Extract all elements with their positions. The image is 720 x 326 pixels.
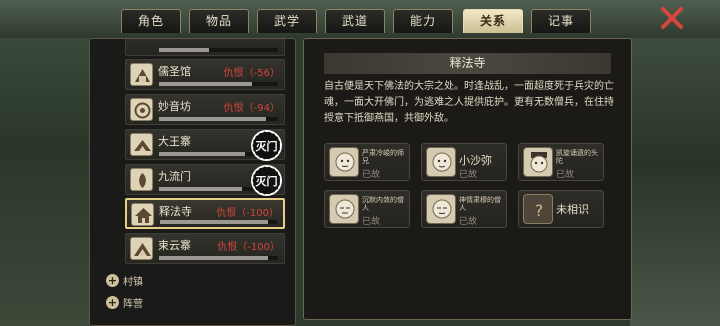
member-card[interactable]: 凯旋诵遗的头陀 已故 <box>518 143 604 181</box>
tab-journal[interactable]: 记事 <box>531 9 591 33</box>
relation-status: 仇恨（-100） <box>217 242 280 253</box>
member-name: 严肃冷峻的师兄 <box>362 149 404 165</box>
faction-emblem-icon <box>130 133 153 156</box>
member-card[interactable]: 严肃冷峻的师兄 已故 <box>324 143 410 181</box>
faction-item[interactable] <box>125 39 285 56</box>
destroyed-seal-icon: 灭门 <box>251 165 282 196</box>
background-left <box>0 0 90 326</box>
member-card-unknown[interactable]: ? 未相识 <box>518 190 604 228</box>
faction-title: 释法寺 <box>324 53 611 74</box>
relation-status: 仇恨（-94） <box>223 103 280 114</box>
seal-text: 灭门 <box>255 175 278 188</box>
faction-name: 儒圣馆 <box>158 65 191 78</box>
relation-bar <box>159 117 278 121</box>
member-state: 已故 <box>362 217 381 227</box>
faction-item-shuyunzhai[interactable]: 束云寨 仇恨（-100） <box>125 233 285 264</box>
member-name: 沉默内敛的僧人 <box>362 196 404 212</box>
faction-name: 妙音坊 <box>158 100 191 113</box>
relation-status: 仇恨（-56） <box>223 68 280 79</box>
faction-emblem-icon <box>130 98 153 121</box>
monk-avatar-icon <box>426 194 456 224</box>
relation-bar <box>159 82 278 86</box>
member-state: 已故 <box>362 170 381 180</box>
faction-item-dawangzhai[interactable]: 大王寨 灭门 <box>125 129 285 161</box>
member-name: 未相识 <box>556 203 589 216</box>
background-right <box>630 0 720 326</box>
tab-martial-arts[interactable]: 武学 <box>257 9 317 33</box>
member-card[interactable]: 沉默内敛的僧人 已故 <box>324 190 410 228</box>
expand-plus-icon: + <box>106 296 119 309</box>
category-label: 阵营 <box>123 299 143 310</box>
close-icon[interactable] <box>660 6 684 30</box>
relation-bar <box>160 220 277 224</box>
tab-martial-way[interactable]: 武道 <box>325 9 385 33</box>
monk-avatar-icon <box>329 147 359 177</box>
svg-text:?: ? <box>535 201 544 220</box>
category-label: 村镇 <box>123 277 143 288</box>
faction-detail-panel: 释法寺 自古便是天下佛法的大宗之处。时逢战乱，一面超度死于兵灾的亡魂，一面大开佛… <box>303 38 632 320</box>
category-camps[interactable]: + 阵营 <box>106 295 143 310</box>
member-state: 已故 <box>556 170 575 180</box>
temple-emblem-icon <box>131 203 154 226</box>
tab-items[interactable]: 物品 <box>189 9 249 33</box>
faction-list-panel[interactable]: 儒圣馆 仇恨（-56） 妙音坊 仇恨（-94） 大王寨 灭门 九流门 灭门 释法… <box>89 38 296 326</box>
faction-emblem-icon <box>130 168 153 191</box>
faction-item-miaoyinfang[interactable]: 妙音坊 仇恨（-94） <box>125 94 285 125</box>
tab-character[interactable]: 角色 <box>121 9 181 33</box>
monk-avatar-icon <box>426 147 456 177</box>
tab-relations[interactable]: 关系 <box>463 9 523 33</box>
faction-name: 释法寺 <box>159 205 192 218</box>
faction-emblem-icon <box>130 63 153 86</box>
monk-avatar-icon <box>329 194 359 224</box>
relation-status: 仇恨（-100） <box>216 208 279 219</box>
monk-avatar-icon <box>523 147 553 177</box>
member-name: 神情肃穆的僧人 <box>459 196 501 212</box>
faction-item-jiuliumen[interactable]: 九流门 灭门 <box>125 164 285 196</box>
unknown-avatar-icon: ? <box>523 194 553 224</box>
faction-description: 自古便是天下佛法的大宗之处。时逢战乱，一面超度死于兵灾的亡魂，一面大开佛门，为逃… <box>324 81 614 124</box>
member-card[interactable]: 小沙弥 已故 <box>421 143 507 181</box>
faction-item-shifasi[interactable]: 释法寺 仇恨（-100） <box>125 198 285 229</box>
category-villages[interactable]: + 村镇 <box>106 273 143 288</box>
faction-name: 大王寨 <box>158 135 191 148</box>
destroyed-seal-icon: 灭门 <box>251 130 282 161</box>
faction-emblem-icon <box>130 237 153 260</box>
member-state: 已故 <box>459 217 478 227</box>
expand-plus-icon: + <box>106 274 119 287</box>
member-state: 已故 <box>459 170 478 180</box>
relation-bar <box>159 48 278 52</box>
member-name: 凯旋诵遗的头陀 <box>556 149 598 165</box>
seal-text: 灭门 <box>255 140 278 153</box>
faction-item-rushengguan[interactable]: 儒圣馆 仇恨（-56） <box>125 59 285 90</box>
member-card[interactable]: 神情肃穆的僧人 已故 <box>421 190 507 228</box>
faction-name: 九流门 <box>158 170 191 183</box>
member-name: 小沙弥 <box>459 154 492 167</box>
tab-abilities[interactable]: 能力 <box>393 9 453 33</box>
relation-bar <box>159 256 278 260</box>
faction-name: 束云寨 <box>158 239 191 252</box>
